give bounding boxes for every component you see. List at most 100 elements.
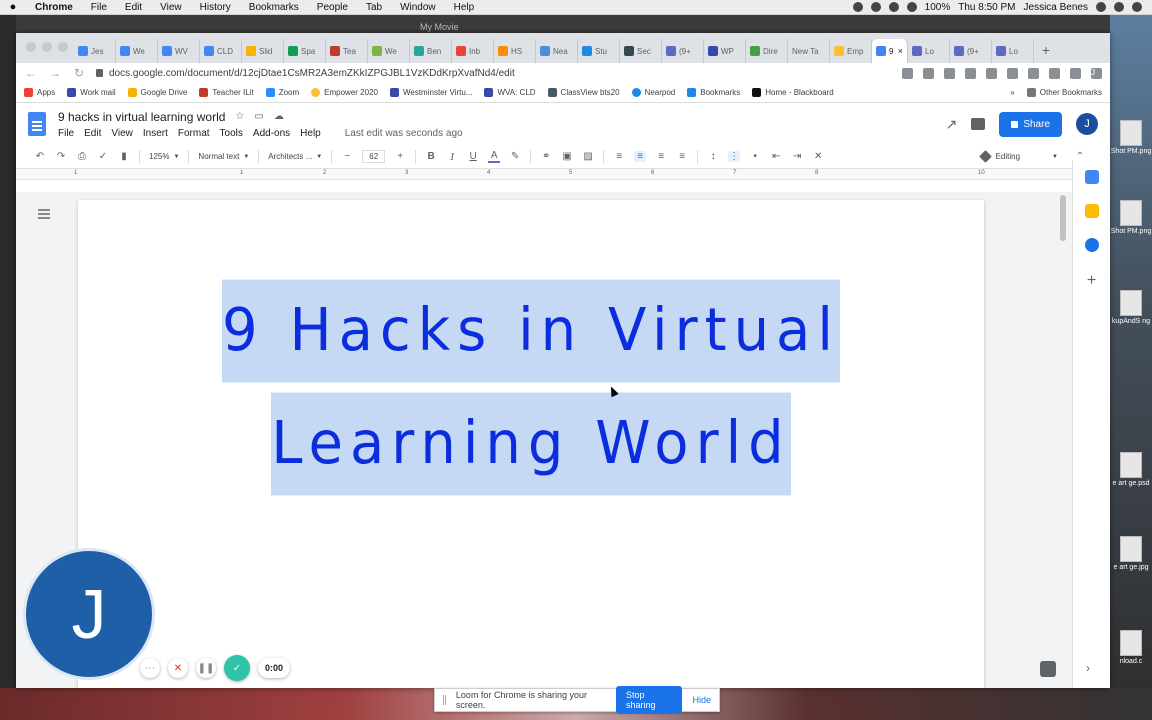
stop-sharing-button[interactable]: Stop sharing bbox=[615, 686, 683, 714]
loom-more-icon[interactable]: ⋯ bbox=[140, 658, 160, 678]
bookmark-item[interactable]: Westminster Virtu... bbox=[389, 88, 472, 97]
desktop-file[interactable]: Shot PM.png bbox=[1110, 200, 1152, 235]
extension-icon[interactable] bbox=[965, 67, 976, 79]
more-bookmarks-button[interactable]: » bbox=[1010, 88, 1014, 97]
explore-icon[interactable] bbox=[1040, 661, 1056, 677]
zoom-window-icon[interactable] bbox=[58, 42, 68, 52]
apple-icon[interactable]: ● bbox=[0, 1, 26, 13]
browser-tab[interactable]: New Ta bbox=[788, 39, 830, 63]
italic-icon[interactable]: I bbox=[446, 151, 458, 163]
extension-icon[interactable] bbox=[944, 67, 955, 79]
close-tab-icon[interactable]: × bbox=[898, 46, 903, 56]
browser-tab[interactable]: Inb bbox=[452, 39, 494, 63]
numbered-list-icon[interactable]: ⋮ bbox=[728, 151, 741, 162]
undo-icon[interactable]: ↶ bbox=[34, 151, 46, 162]
bold-icon[interactable]: B bbox=[425, 151, 437, 162]
print-icon[interactable]: ⎙ bbox=[76, 151, 88, 162]
star-icon[interactable] bbox=[923, 67, 934, 79]
bookmark-item[interactable]: Google Drive bbox=[127, 88, 187, 97]
style-select[interactable]: Normal text ▼ bbox=[198, 152, 249, 161]
browser-tab[interactable]: We bbox=[368, 39, 410, 63]
bookmark-item[interactable]: Bookmarks bbox=[687, 88, 740, 97]
browser-tab[interactable]: We bbox=[116, 39, 158, 63]
search-icon[interactable] bbox=[1096, 2, 1106, 12]
bookmark-item[interactable]: ClassView bts20 bbox=[547, 88, 620, 97]
chevron-right-icon[interactable]: › bbox=[1086, 661, 1090, 675]
tasks-icon[interactable] bbox=[1084, 238, 1099, 252]
browser-tab[interactable]: Sec bbox=[620, 39, 662, 63]
paint-format-icon[interactable]: ▮ bbox=[118, 151, 130, 162]
browser-tab[interactable]: Ben bbox=[410, 39, 452, 63]
desktop-file[interactable]: nload.c bbox=[1110, 630, 1152, 665]
loom-camera-bubble[interactable]: J bbox=[23, 548, 155, 680]
docs-menu-addons[interactable]: Add-ons bbox=[253, 128, 290, 139]
align-center-icon[interactable]: ≡ bbox=[634, 151, 647, 162]
zoom-select[interactable]: 125% ▼ bbox=[149, 152, 179, 161]
siri-icon[interactable] bbox=[1114, 2, 1124, 12]
document-canvas[interactable]: 9 Hacks in Virtual Learning World bbox=[16, 192, 1072, 688]
bookmark-item[interactable]: Home - Blackboard bbox=[752, 88, 834, 97]
align-right-icon[interactable]: ≡ bbox=[655, 151, 667, 162]
account-avatar[interactable]: J bbox=[1076, 113, 1098, 135]
gear-icon[interactable] bbox=[888, 2, 899, 12]
activity-trend-icon[interactable]: ↗ bbox=[946, 116, 958, 133]
other-bookmarks[interactable]: Other Bookmarks bbox=[1026, 88, 1102, 97]
star-icon[interactable]: ☆ bbox=[235, 111, 244, 122]
docs-menu-format[interactable]: Format bbox=[178, 128, 210, 139]
line-spacing-icon[interactable]: ↕ bbox=[707, 151, 719, 162]
vertical-scrollbar[interactable] bbox=[1060, 195, 1066, 241]
reload-icon[interactable]: ↻ bbox=[72, 66, 86, 80]
clear-formatting-icon[interactable]: ✕ bbox=[812, 151, 824, 162]
menu-tab[interactable]: Tab bbox=[357, 2, 391, 13]
highlight-color-icon[interactable]: ✎ bbox=[509, 151, 521, 162]
browser-tab[interactable]: CLD bbox=[200, 39, 242, 63]
font-size-input[interactable]: 62 bbox=[362, 150, 386, 163]
mic-icon[interactable] bbox=[902, 67, 913, 79]
link-icon[interactable]: ⚭ bbox=[540, 151, 552, 162]
mic-icon[interactable] bbox=[852, 2, 863, 12]
headline-line-1[interactable]: 9 Hacks in Virtual bbox=[222, 279, 840, 383]
browser-tab[interactable]: Slid bbox=[242, 39, 284, 63]
browser-tab[interactable]: WV bbox=[158, 39, 200, 63]
bookmark-item[interactable]: Work mail bbox=[67, 88, 116, 97]
doc-title[interactable]: 9 hacks in virtual learning world bbox=[58, 110, 225, 124]
decrease-indent-icon[interactable]: ⇤ bbox=[770, 151, 782, 162]
comment-icon[interactable] bbox=[971, 118, 986, 130]
browser-tab[interactable]: Lo bbox=[908, 39, 950, 63]
user-name[interactable]: Jessica Benes bbox=[1024, 2, 1088, 13]
list-icon[interactable] bbox=[1132, 2, 1142, 12]
increase-indent-icon[interactable]: ⇥ bbox=[791, 151, 803, 162]
docs-menu-insert[interactable]: Insert bbox=[143, 128, 168, 139]
desktop-file[interactable]: e art ge.psd bbox=[1110, 452, 1152, 487]
browser-tab[interactable]: HS bbox=[494, 39, 536, 63]
insert-image-icon[interactable]: ▨ bbox=[582, 151, 594, 162]
justify-icon[interactable]: ≡ bbox=[676, 151, 688, 162]
browser-tab-active[interactable]: 9 × bbox=[872, 39, 908, 63]
profile-avatar[interactable]: J bbox=[1091, 67, 1102, 79]
move-folder-icon[interactable]: ▭ bbox=[254, 111, 263, 122]
desktop-file[interactable]: Shot PM.png bbox=[1110, 120, 1152, 155]
browser-tab[interactable]: Jes bbox=[74, 39, 116, 63]
extension-icon[interactable] bbox=[1028, 67, 1039, 79]
document-outline-icon[interactable] bbox=[38, 209, 50, 219]
wifi-icon[interactable] bbox=[906, 2, 917, 12]
docs-menu-tools[interactable]: Tools bbox=[220, 128, 243, 139]
bookmark-item[interactable]: Zoom bbox=[265, 88, 299, 97]
desktop-file[interactable]: kupAndS ng bbox=[1110, 290, 1152, 325]
browser-tab[interactable]: WP bbox=[704, 39, 746, 63]
forward-icon[interactable]: → bbox=[48, 66, 62, 80]
browser-tab[interactable]: Stu bbox=[578, 39, 620, 63]
ruler[interactable]: 1 1 2 3 4 5 6 7 8 10 bbox=[16, 169, 1110, 180]
bookmark-item[interactable]: Teacher ILit bbox=[199, 88, 254, 97]
docs-logo-icon[interactable] bbox=[28, 112, 46, 136]
menu-app[interactable]: Chrome bbox=[26, 2, 82, 13]
last-edit-status[interactable]: Last edit was seconds ago bbox=[345, 128, 463, 139]
browser-tab[interactable]: Nea bbox=[536, 39, 578, 63]
minimize-window-icon[interactable] bbox=[42, 42, 52, 52]
browser-tab[interactable]: Tea bbox=[326, 39, 368, 63]
loom-cancel-icon[interactable]: ✕ bbox=[168, 658, 188, 678]
menu-file[interactable]: File bbox=[82, 2, 116, 13]
redo-icon[interactable]: ↷ bbox=[55, 151, 67, 162]
headline-line-2[interactable]: Learning World bbox=[271, 392, 791, 496]
docs-menu-view[interactable]: View bbox=[111, 128, 133, 139]
